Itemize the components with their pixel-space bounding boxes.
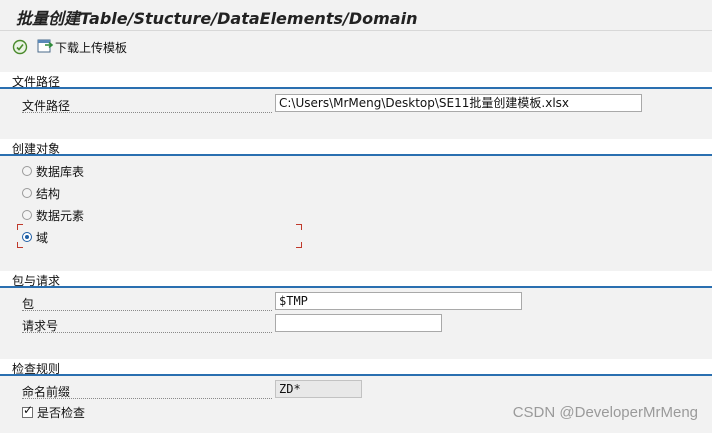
radio-indicator [22,210,32,220]
label-guide [22,398,272,399]
section-object-header: 创建对象 [0,139,712,156]
label-guide [22,332,272,333]
radio-indicator [22,166,32,176]
radio-domain[interactable]: 域 [22,229,48,245]
request-input[interactable] [275,314,442,332]
radio-data-element[interactable]: 数据元素 [22,207,84,223]
focus-marker [296,224,302,230]
checkbox-label: 是否检查 [37,405,86,420]
execute-icon[interactable] [12,39,28,55]
focus-marker [296,242,302,248]
radio-label: 数据库表 [36,164,85,179]
download-template-label: 下载上传模板 [55,40,128,55]
radio-label: 域 [36,230,49,245]
window-title: 批量创建Table/Stucture/DataElements/Domain [16,9,418,28]
download-template-button[interactable]: 下载上传模板 [37,38,127,56]
focus-marker [17,242,23,248]
prefix-input[interactable]: ZD* [275,380,362,398]
section-package-header: 包与请求 [0,271,712,288]
separator [0,63,712,72]
file-path-input[interactable]: C:\Users\MrMeng\Desktop\SE11批量创建模板.xlsx [275,94,642,112]
label-guide [22,112,272,113]
section-object-body [0,156,712,262]
radio-indicator-selected [22,232,32,242]
watermark: CSDN @DeveloperMrMeng [512,404,698,421]
radio-database-table[interactable]: 数据库表 [22,163,84,179]
check-enabled-checkbox[interactable]: ✓ 是否检查 [22,404,85,420]
label-guide [22,310,272,311]
focus-marker [17,224,23,230]
radio-label: 数据元素 [36,208,85,223]
separator [0,130,712,139]
section-file-header: 文件路径 [0,72,712,89]
radio-label: 结构 [36,186,61,201]
package-input[interactable]: $TMP [275,292,522,310]
title-bar: 批量创建Table/Stucture/DataElements/Domain [0,0,712,31]
checkmark-icon: ✓ [23,402,34,417]
separator [0,350,712,359]
download-template-icon [37,38,54,57]
radio-structure[interactable]: 结构 [22,185,60,201]
separator [0,262,712,271]
section-check-header: 检查规则 [0,359,712,376]
radio-indicator [22,188,32,198]
checkbox-box: ✓ [22,402,34,418]
